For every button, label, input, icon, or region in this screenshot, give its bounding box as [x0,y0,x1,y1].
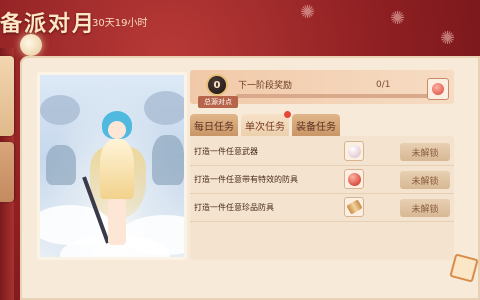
firework-decor: ✺ [390,8,406,29]
progress-count: 0/1 [376,80,391,90]
firework-decor: ✺ [300,2,316,23]
red-orb-icon [347,172,361,186]
stage-reward-slot[interactable] [427,78,449,100]
points-caption: 总源对点 [198,96,238,108]
tab-label: 每日任务 [194,121,234,133]
tab-label: 装备任务 [296,121,336,133]
progress-label: 下一阶段奖励 [238,81,293,91]
character-artwork [37,72,187,260]
unlock-button[interactable]: 未解锁 [400,199,450,217]
notification-dot [284,111,291,118]
side-tab-2[interactable] [0,142,14,202]
firework-decor: ✺ [440,28,456,49]
pearl-icon [347,144,361,158]
reward-gem-icon [432,83,444,95]
task-reward-slot[interactable] [344,197,364,217]
task-list: 打造一件任意武器 未解锁 打造一件任意带有特效的防具 未解锁 打造一件任意珍品防… [190,136,454,260]
points-badge: 0 总源对点 [198,74,238,108]
task-reward-slot[interactable] [344,141,364,161]
event-title: 备派对月 [0,11,97,37]
tab-single[interactable]: 单次任务 [241,111,291,136]
character-legs [108,199,126,245]
tab-daily[interactable]: 每日任务 [190,114,238,136]
character-face [108,121,126,139]
task-name: 打造一件任意武器 [194,147,258,156]
scroll-icon [345,199,363,215]
character-body [100,139,134,199]
tab-label: 单次任务 [245,121,285,133]
tab-equipment[interactable]: 装备任务 [292,114,340,136]
task-reward-slot[interactable] [344,169,364,189]
points-value: 0 [206,74,228,96]
task-row: 打造一件任意珍品防具 未解锁 [190,194,454,222]
side-tab-1[interactable] [0,56,14,136]
task-row: 打造一件任意武器 未解锁 [190,138,454,166]
moon-icon [20,34,42,56]
unlock-button[interactable]: 未解锁 [400,171,450,189]
event-timer: 30天19小时 [92,18,148,29]
task-name: 打造一件任意带有特效的防具 [194,175,298,184]
task-name: 打造一件任意珍品防具 [194,203,274,212]
task-row: 打造一件任意带有特效的防具 未解锁 [190,166,454,194]
progress-track [236,94,436,98]
unlock-button[interactable]: 未解锁 [400,143,450,161]
